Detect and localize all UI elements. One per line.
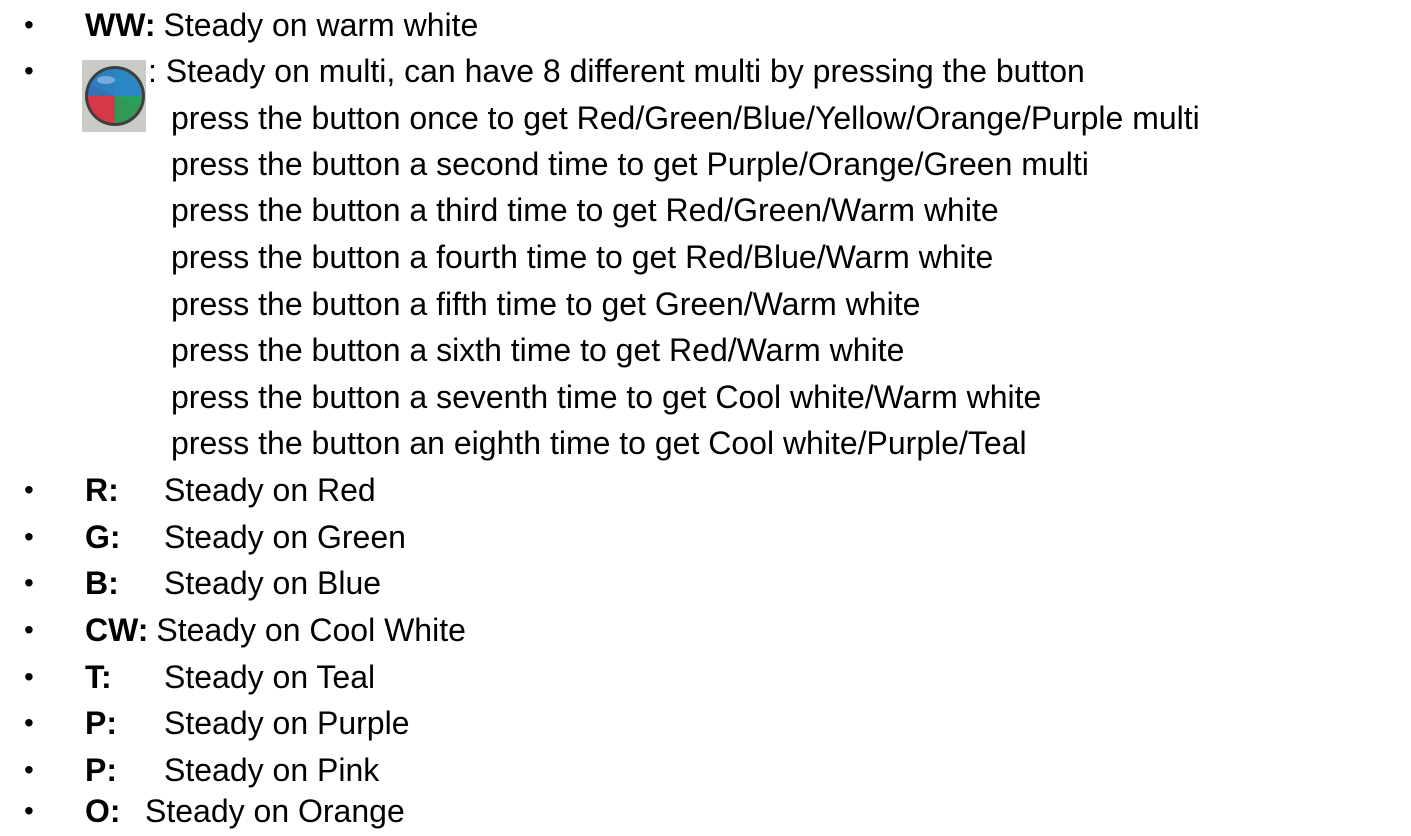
list-item-content: O: Steady on Orange (85, 788, 405, 834)
multi-step: press the button a fourth time to get Re… (171, 239, 994, 275)
list-item-content: R: Steady on Red (85, 467, 376, 513)
item-text: Steady on Red (164, 472, 376, 508)
bullet: • (24, 521, 34, 552)
bullet: • (24, 754, 34, 785)
item-code: B: (85, 565, 119, 601)
bullet: • (24, 614, 34, 645)
item-code: P: (85, 705, 117, 741)
list-item-content: B: Steady on Blue (85, 560, 381, 606)
list-item-content: WW: Steady on warm white (85, 2, 478, 48)
list-item-content: P: Steady on Purple (85, 700, 410, 746)
bullet: • (24, 9, 34, 40)
item-text: Steady on Green (164, 519, 406, 555)
item-code: WW: (85, 7, 156, 43)
multi-color-button-icon (82, 60, 146, 132)
bullet: • (24, 474, 34, 505)
multi-step: press the button a third time to get Red… (171, 192, 999, 228)
item-text: Steady on Blue (164, 565, 382, 601)
item-code: O: (85, 793, 121, 829)
item-text: Steady on Pink (164, 752, 380, 788)
item-text: Steady on Teal (164, 659, 376, 695)
item-text: Steady on Orange (145, 793, 405, 829)
multi-step: press the button an eighth time to get C… (171, 425, 1027, 461)
item-code: P: (85, 752, 117, 788)
multi-step: press the button a fifth time to get Gre… (171, 286, 921, 322)
list-item-content: T: Steady on Teal (85, 654, 375, 700)
item-text: Steady on Purple (164, 705, 410, 741)
multi-step: press the button once to get Red/Green/B… (171, 100, 1200, 136)
multi-description: : Steady on multi, can have 8 different … (148, 53, 1085, 89)
bullet: • (24, 567, 34, 598)
list-item-content: G: Steady on Green (85, 514, 406, 560)
list-item-content: CW: Steady on Cool White (85, 607, 466, 653)
item-code: T: (85, 659, 112, 695)
bullet: • (24, 661, 34, 692)
bullet: • (24, 55, 34, 86)
document-page: • WW: Steady on warm white •: Steady on… (0, 0, 1411, 836)
multi-step: press the button a second time to get Pu… (171, 146, 1089, 182)
list-item-multi-bullet: • (0, 48, 60, 94)
multi-step: press the button a seventh time to get C… (171, 379, 1042, 415)
item-code: R: (85, 472, 119, 508)
item-text: Steady on warm white (163, 7, 479, 43)
item-code: CW: (85, 612, 149, 648)
multi-step: press the button a sixth time to get Red… (171, 332, 905, 368)
list-item-content: P: Steady on Pink (85, 747, 379, 793)
item-code: G: (85, 519, 121, 555)
bullet: • (24, 795, 34, 826)
bullet: • (24, 707, 34, 738)
item-text: Steady on Cool White (156, 612, 466, 648)
